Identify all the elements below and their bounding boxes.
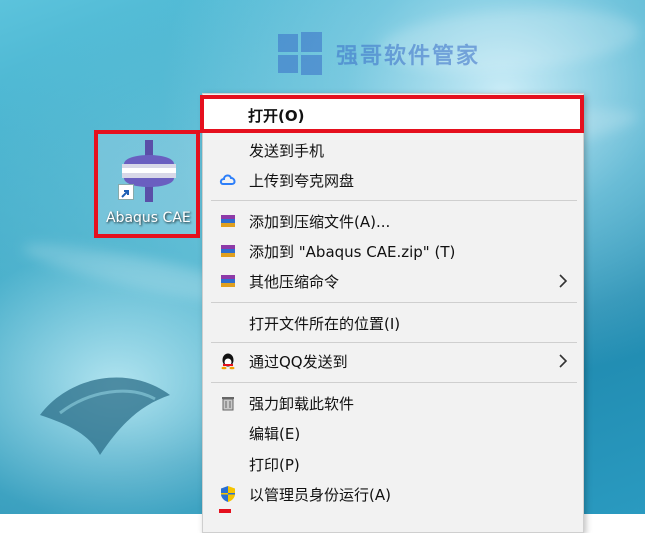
menu-item-add-to-zip[interactable]: 添加到 "Abaqus CAE.zip" (T) (203, 236, 583, 266)
menu-item-open-label: 打开(O) (248, 107, 305, 125)
menu-item-label: 上传到夸克网盘 (249, 171, 355, 190)
winrar-icon (219, 242, 237, 260)
shield-icon (219, 485, 237, 503)
desktop-icon-label: Abaqus CAE (106, 210, 191, 226)
menu-item-label: 强力卸载此软件 (249, 394, 355, 413)
menu-item-upload-quark[interactable]: 上传到夸克网盘 (203, 165, 583, 195)
menu-item-open-file-location[interactable]: 打开文件所在的位置(I) (203, 308, 583, 338)
menu-item-print[interactable]: 打印(P) (203, 449, 583, 479)
chevron-right-icon (559, 274, 568, 288)
partial-menu-icon (219, 509, 231, 513)
trash-icon (219, 394, 237, 412)
cloud-icon (219, 171, 237, 189)
menu-item-label: 打开文件所在的位置(I) (249, 314, 401, 333)
menu-separator (211, 342, 577, 343)
qq-icon (219, 352, 237, 370)
menu-item-label: 添加到 "Abaqus CAE.zip" (T) (249, 242, 456, 261)
menu-item-run-as-admin[interactable]: 以管理员身份运行(A) (203, 479, 583, 509)
winrar-icon (219, 272, 237, 290)
menu-item-other-compress[interactable]: 其他压缩命令 (203, 266, 583, 296)
menu-item-label: 发送到手机 (249, 141, 325, 160)
desktop-icon-abaqus-cae[interactable]: Abaqus CAE (94, 130, 200, 238)
menu-separator (211, 200, 577, 201)
menu-item-label: 打印(P) (249, 455, 300, 474)
watermark: 强哥软件管家 (276, 30, 480, 78)
chevron-right-icon (559, 354, 568, 368)
menu-item-send-to-phone[interactable]: 发送到手机 (203, 135, 583, 165)
menu-item-label: 以管理员身份运行(A) (249, 485, 391, 504)
menu-item-label: 添加到压缩文件(A)... (249, 212, 391, 231)
menu-item-label: 通过QQ发送到 (249, 352, 348, 371)
menu-item-label: 其他压缩命令 (249, 272, 340, 291)
context-menu: 打开(O) 发送到手机 上传到夸克网盘 添加到压缩文件(A)... 添加到 "A… (202, 93, 584, 533)
winrar-icon (219, 212, 237, 230)
menu-separator (211, 382, 577, 383)
windows-logo-icon (278, 32, 322, 75)
shortcut-arrow-icon (118, 184, 134, 200)
menu-separator (211, 302, 577, 303)
menu-item-force-uninstall[interactable]: 强力卸载此软件 (203, 388, 583, 418)
fish-decoration (40, 377, 170, 455)
menu-item-send-via-qq[interactable]: 通过QQ发送到 (203, 346, 583, 376)
menu-item-label: 编辑(E) (249, 424, 301, 443)
menu-item-edit[interactable]: 编辑(E) (203, 418, 583, 448)
open-item-highlight: 打开(O) (200, 95, 584, 133)
menu-item-add-to-archive[interactable]: 添加到压缩文件(A)... (203, 206, 583, 236)
watermark-text: 强哥软件管家 (336, 44, 481, 69)
